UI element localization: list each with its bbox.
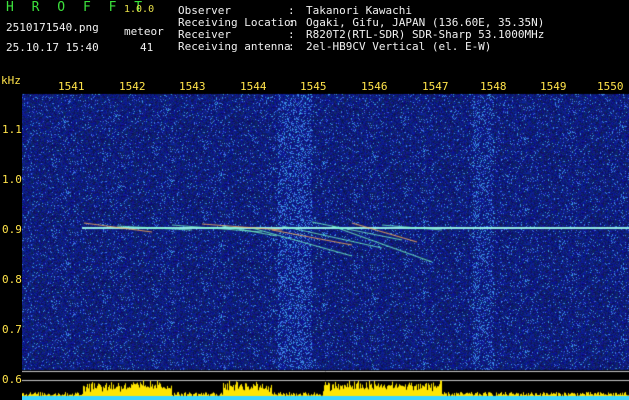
y-tick-0-7: 0.7 [2, 323, 22, 336]
antenna-value: 2el-HB9CV Vertical (el. E-W) [306, 40, 492, 53]
antenna-label: Receiving antenna [178, 40, 291, 53]
meteor-count: 41 [140, 41, 154, 54]
x-tick-1546: 1546 [361, 80, 388, 93]
y-tick-0-8: 0.8 [2, 273, 22, 286]
x-tick-1550: 1550 [597, 80, 624, 93]
x-tick-1547: 1547 [422, 80, 449, 93]
x-tick-1542: 1542 [119, 80, 146, 93]
meteor-label: meteor [124, 25, 164, 38]
x-tick-1544: 1544 [240, 80, 267, 93]
capture-datetime: 25.10.17 15:40 [6, 41, 99, 54]
app-version: 1.0.0 [124, 4, 155, 15]
x-tick-1549: 1549 [540, 80, 567, 93]
x-tick-1545: 1545 [300, 80, 327, 93]
y-tick-0-9: 0.9 [2, 223, 22, 236]
y-tick-0-6: 0.6 [2, 373, 22, 386]
y-tick-1-0: 1.0 [2, 173, 22, 186]
y-axis-unit: kHz [1, 74, 21, 87]
antenna-colon: : [288, 40, 295, 53]
image-filename: 2510171540.png [6, 21, 99, 34]
header-panel: H R O F F T 1.0.0 2510171540.png 25.10.1… [0, 0, 629, 80]
x-tick-1543: 1543 [179, 80, 206, 93]
spectrogram-canvas [22, 80, 629, 400]
x-tick-1541: 1541 [58, 80, 85, 93]
y-tick-1-1: 1.1 [2, 123, 22, 136]
x-tick-1548: 1548 [480, 80, 507, 93]
spectrogram-plot: 1541 1542 1543 1544 1545 1546 1547 1548 … [22, 80, 629, 400]
